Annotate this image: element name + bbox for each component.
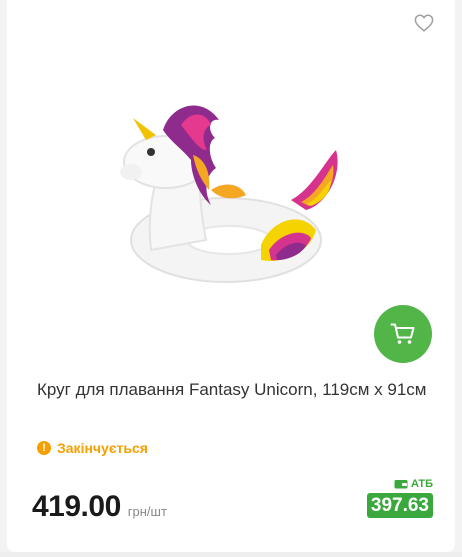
stock-status-label: Закінчується [57,440,148,456]
product-image[interactable] [111,80,356,295]
price-block: 419.00 грн/шт [32,490,167,524]
add-to-cart-button[interactable] [374,305,432,363]
promo-price-block: АТБ 397.63 [355,478,433,518]
price-unit: грн/шт [127,504,167,519]
unicorn-float-image [120,105,338,283]
stock-status: ! Закінчується [37,438,148,458]
heart-icon [414,14,434,32]
favorite-button[interactable] [411,10,437,36]
wallet-icon [394,480,408,489]
price-value: 419.00 [32,490,121,523]
cart-icon [390,323,415,344]
product-title[interactable]: Круг для плавання Fantasy Unicorn, 119см… [37,377,427,403]
card-divider [0,552,462,557]
warning-icon: ! [37,441,51,455]
promo-brand-label: АТБ [410,478,433,490]
promo-price-value: 397.63 [366,493,433,518]
promo-brand: АТБ [394,478,433,490]
product-card[interactable]: Круг для плавання Fantasy Unicorn, 119см… [7,0,455,552]
